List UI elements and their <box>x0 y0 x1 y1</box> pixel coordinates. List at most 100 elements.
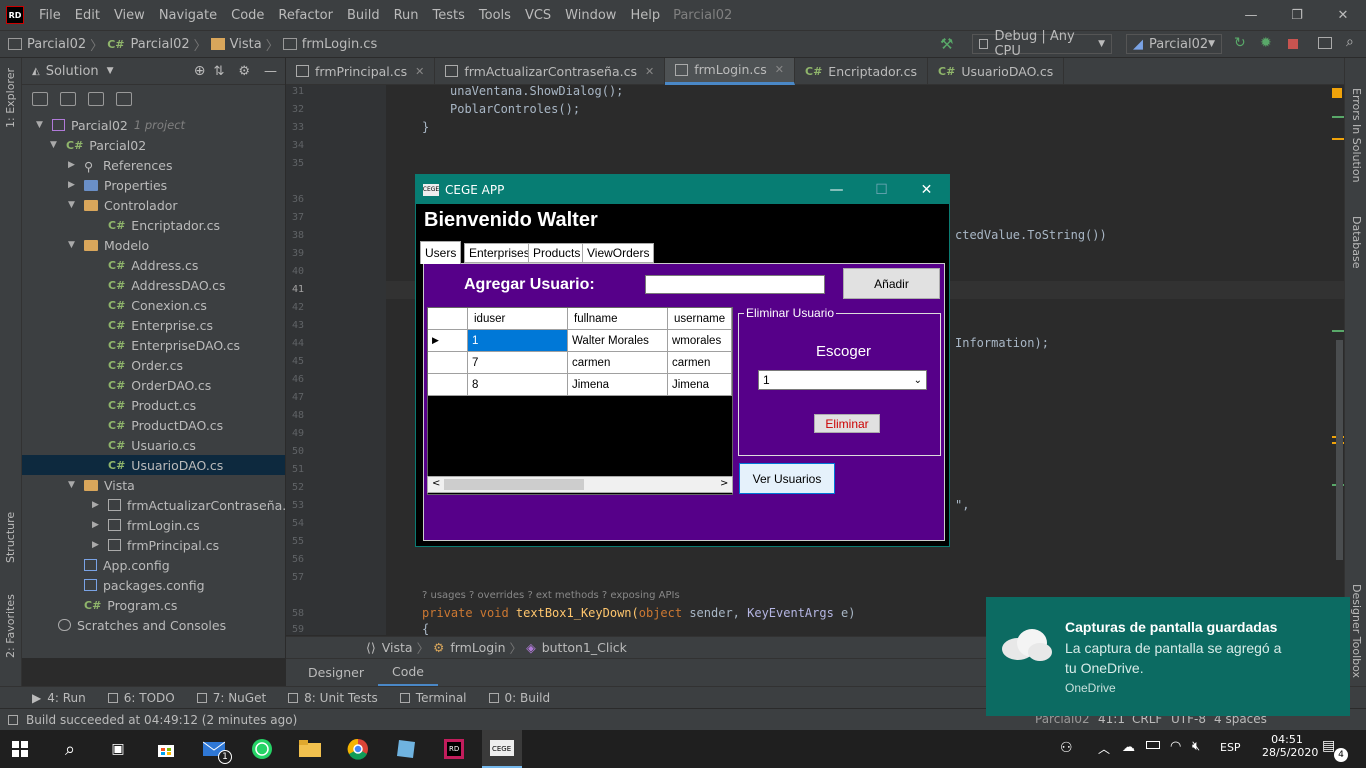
file-explorer-icon[interactable] <box>290 730 330 768</box>
menu-vcs[interactable]: VCS <box>518 8 558 23</box>
code-vision-hints[interactable]: ? usages ? overrides ? ext methods ? exp… <box>422 590 680 601</box>
tree-item[interactable]: ▼ Modelo <box>22 235 285 255</box>
tab-users[interactable]: Users <box>420 241 462 264</box>
grid-cell[interactable]: carmen <box>568 352 668 374</box>
hammer-icon[interactable]: ⚒ <box>940 35 953 53</box>
tree-item[interactable]: Scratches and Consoles <box>22 615 285 635</box>
onedrive-toast[interactable]: Capturas de pantalla guardadas La captur… <box>986 597 1350 716</box>
tree-item[interactable]: packages.config <box>22 575 285 595</box>
menu-build[interactable]: Build <box>340 8 387 23</box>
notepad-icon[interactable] <box>386 730 426 768</box>
search-icon[interactable]: ⌕ <box>50 730 90 768</box>
grid-row-header[interactable]: ▶ <box>428 330 468 352</box>
minimize-icon[interactable]: — <box>814 175 859 204</box>
run-target-dropdown[interactable]: ◢ Parcial02 ▼ <box>1126 34 1222 54</box>
tree-item[interactable]: ▼ Vista <box>22 475 285 495</box>
tree-item[interactable]: ▶ Properties <box>22 175 285 195</box>
gear-icon[interactable]: ⚙ <box>238 64 250 79</box>
clock[interactable]: 04:51 28/5/2020 <box>1262 733 1318 759</box>
battery-icon[interactable] <box>1146 741 1160 749</box>
status-message[interactable]: Build succeeded at 04:49:12 (2 minutes a… <box>26 713 297 727</box>
wifi-icon[interactable]: ◠ <box>1170 739 1181 754</box>
rider-taskbar-icon[interactable]: RD <box>434 730 474 768</box>
close-icon[interactable]: ✕ <box>1320 0 1366 30</box>
start-button[interactable] <box>0 730 40 768</box>
minimize-icon[interactable]: — <box>1228 0 1274 30</box>
menu-run[interactable]: Run <box>387 8 426 23</box>
crumb-file[interactable]: frmLogin.cs <box>282 37 377 52</box>
scrollbar-marker[interactable] <box>1332 116 1344 118</box>
store-icon[interactable] <box>146 730 186 768</box>
expand-arrow-icon[interactable]: ▼ <box>36 120 46 130</box>
scroll-right-icon[interactable]: > <box>720 478 728 489</box>
tree-item[interactable]: ▶ ⚲ References <box>22 155 285 175</box>
crumb-solution[interactable]: Parcial02 <box>8 37 86 52</box>
menu-window[interactable]: Window <box>558 8 623 23</box>
collapse-icon[interactable]: ⇅ <box>213 64 224 79</box>
menu-navigate[interactable]: Navigate <box>152 8 224 23</box>
grid-horizontal-scrollbar[interactable]: < > <box>427 476 733 493</box>
tree-item[interactable]: C# Encriptador.cs <box>22 215 285 235</box>
errors-tool-tab[interactable]: Errors In Solution <box>1350 88 1363 183</box>
task-view-icon[interactable]: ▣ <box>98 730 138 768</box>
tree-item[interactable]: C# Order.cs <box>22 355 285 375</box>
grid-cell[interactable]: Walter Morales <box>568 330 668 352</box>
mail-icon[interactable]: 1 <box>194 730 234 768</box>
grid-column-header[interactable]: fullname <box>568 308 668 330</box>
menu-view[interactable]: View <box>107 8 152 23</box>
grid-cell[interactable]: 8 <box>468 374 568 396</box>
database-tool-tab[interactable]: Database <box>1350 216 1363 269</box>
user-combobox[interactable]: 1 ⌄ <box>758 370 927 390</box>
filter-icon[interactable] <box>32 92 48 106</box>
menu-tools[interactable]: Tools <box>472 8 518 23</box>
menu-refactor[interactable]: Refactor <box>271 8 340 23</box>
grid-cell[interactable]: wmorales <box>668 330 732 352</box>
tree-item[interactable]: C# UsuarioDAO.cs <box>22 455 285 475</box>
grid-row-header[interactable] <box>428 374 468 396</box>
tree-item[interactable]: C# Program.cs <box>22 595 285 615</box>
grid-cell[interactable]: Jimena <box>668 374 732 396</box>
tree-item[interactable]: C# Address.cs <box>22 255 285 275</box>
scrollbar-marker[interactable] <box>1332 138 1344 140</box>
collapse-arrow-icon[interactable]: ▶ <box>68 160 78 170</box>
scrollbar-marker[interactable] <box>1332 88 1342 98</box>
editor-scrollbar-thumb[interactable] <box>1336 340 1343 560</box>
tab-enterprises[interactable]: Enterprises <box>464 243 535 263</box>
grid-cell[interactable]: Jimena <box>568 374 668 396</box>
tree-item[interactable]: C# Product.cs <box>22 395 285 415</box>
scrollbar-thumb[interactable] <box>444 479 584 490</box>
tree-item[interactable]: ▼ Controlador <box>22 195 285 215</box>
chevron-up-icon[interactable]: ︿ <box>1098 740 1110 757</box>
tree-item[interactable]: C# Conexion.cs <box>22 295 285 315</box>
stop-icon[interactable] <box>1288 39 1298 49</box>
tab-code[interactable]: Code <box>378 659 439 687</box>
breadcrumb-class[interactable]: frmLogin <box>450 640 505 655</box>
onedrive-tray-icon[interactable]: ☁ <box>1122 740 1135 755</box>
tree-item[interactable]: ▶ frmPrincipal.cs <box>22 535 285 555</box>
designer-toolbox-tab[interactable]: Designer Toolbox <box>1350 584 1363 678</box>
add-button[interactable]: Añadir <box>843 268 940 299</box>
grid-column-header[interactable]: iduser <box>468 308 568 330</box>
tree-item[interactable]: ▼ C# Parcial02 <box>22 135 285 155</box>
scrollbar-marker[interactable] <box>1332 330 1344 332</box>
chevron-down-icon[interactable]: ▼ <box>107 66 114 76</box>
volume-icon[interactable]: 🔇︎ <box>1192 739 1200 754</box>
tool-nuget[interactable]: 7: NuGet <box>196 691 266 705</box>
menu-help[interactable]: Help <box>623 8 667 23</box>
close-icon[interactable]: ✕ <box>904 175 949 204</box>
debug-icon[interactable]: ✹ <box>1260 35 1272 51</box>
tree-item[interactable]: C# Enterprise.cs <box>22 315 285 335</box>
configuration-dropdown[interactable]: Debug | Any CPU ▼ <box>972 29 1112 59</box>
locate-icon[interactable]: ⊕ <box>194 63 206 79</box>
collapse-arrow-icon[interactable]: ▶ <box>92 500 102 510</box>
tool-unit-tests[interactable]: 8: Unit Tests <box>288 691 378 705</box>
tab-products[interactable]: Products <box>528 243 586 263</box>
maximize-icon[interactable]: ❐ <box>1274 0 1320 30</box>
expand-arrow-icon[interactable]: ▼ <box>50 140 60 150</box>
collapse-arrow-icon[interactable]: ▶ <box>92 520 102 530</box>
tool-todo[interactable]: 6: TODO <box>107 691 175 705</box>
tool-run[interactable]: ▶ 4: Run <box>32 691 86 705</box>
tree-item[interactable]: ▶ frmActualizarContraseña.cs <box>22 495 300 515</box>
whatsapp-icon[interactable] <box>242 730 282 768</box>
rerun-icon[interactable]: ↻ <box>1234 35 1246 51</box>
